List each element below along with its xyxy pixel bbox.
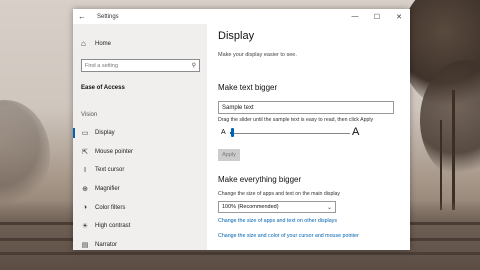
close-button[interactable]: ✕ <box>388 9 410 24</box>
home-icon: ⌂ <box>81 39 86 48</box>
minimize-button[interactable]: — <box>344 9 366 24</box>
chevron-down-icon: ⌄ <box>326 204 332 211</box>
cursor-pointer-link[interactable]: Change the size and color of your cursor… <box>218 233 359 239</box>
main-content: Display Make your display easier to see.… <box>207 24 410 250</box>
apply-button[interactable]: Apply <box>218 149 240 161</box>
slider-thumb[interactable] <box>231 128 234 137</box>
sidebar-item-label: Display <box>95 130 115 137</box>
sidebar-item-mouse-pointer[interactable]: ⇱ Mouse pointer <box>73 143 207 162</box>
slider-max-label: A <box>352 126 360 138</box>
rail-track <box>0 252 480 255</box>
sidebar: ⌂ Home Find a setting ⚲ Ease of Access V… <box>73 24 207 250</box>
group-label: Vision <box>81 112 98 118</box>
slider-hint: Drag the slider until the sample text is… <box>218 117 374 123</box>
sample-text-preview: Sample text <box>218 101 394 114</box>
scale-label: Change the size of apps and text on the … <box>218 191 340 197</box>
everything-bigger-heading: Make everything bigger <box>218 175 302 184</box>
display-icon: ▭ <box>81 130 89 138</box>
mouse-pointer-icon: ⇱ <box>82 148 88 156</box>
sidebar-item-label: Color filters <box>95 204 126 211</box>
tree-trunk <box>452 90 455 210</box>
sidebar-item-magnifier[interactable]: ⊕ Magnifier <box>73 180 207 199</box>
search-input[interactable]: Find a setting ⚲ <box>81 59 200 72</box>
other-displays-link[interactable]: Change the size of apps and text on othe… <box>218 218 337 224</box>
sidebar-item-label: Home <box>95 40 112 47</box>
settings-window: ← Settings — ☐ ✕ ⌂ Home Find a setting ⚲… <box>73 9 410 250</box>
tree-trunk <box>440 120 442 210</box>
maximize-button[interactable]: ☐ <box>366 9 388 24</box>
sidebar-item-label: High contrast <box>95 223 131 230</box>
sidebar-item-color-filters[interactable]: ◑ Color filters <box>73 198 207 217</box>
scale-dropdown[interactable]: 100% (Recommended) ⌄ <box>218 201 336 213</box>
back-arrow-icon[interactable]: ← <box>73 9 91 24</box>
magnifier-icon: ⊕ <box>82 186 88 194</box>
sidebar-item-display[interactable]: ▭ Display <box>73 124 207 143</box>
section-title: Ease of Access <box>81 85 125 91</box>
page-subtitle: Make your display easier to see. <box>218 52 297 58</box>
title-bar: ← Settings — ☐ ✕ <box>73 9 410 24</box>
slider-min-label: A <box>221 129 226 136</box>
tree-foliage <box>0 100 50 210</box>
sidebar-nav: ▭ Display ⇱ Mouse pointer Ⅰ Text cursor … <box>73 124 207 250</box>
narrator-icon: ▤ <box>81 241 89 249</box>
text-size-slider[interactable]: A A <box>218 126 363 139</box>
sidebar-item-home[interactable]: ⌂ Home <box>81 39 111 48</box>
sidebar-item-high-contrast[interactable]: ☀ High contrast <box>73 217 207 236</box>
search-placeholder: Find a setting <box>85 62 119 69</box>
sidebar-item-text-cursor[interactable]: Ⅰ Text cursor <box>73 161 207 180</box>
window-title: Settings <box>97 13 119 20</box>
text-bigger-heading: Make text bigger <box>218 83 278 92</box>
text-cursor-icon: Ⅰ <box>83 167 87 175</box>
slider-track[interactable] <box>230 133 350 134</box>
page-title: Display <box>218 30 255 42</box>
color-filters-icon: ◑ <box>82 204 88 212</box>
sidebar-item-narrator[interactable]: ▤ Narrator <box>73 236 207 250</box>
window-controls: — ☐ ✕ <box>344 9 410 24</box>
search-icon: ⚲ <box>191 63 196 69</box>
sidebar-item-label: Magnifier <box>95 186 120 193</box>
sidebar-item-label: Narrator <box>95 241 118 248</box>
sidebar-item-label: Mouse pointer <box>95 148 134 155</box>
sidebar-item-label: Text cursor <box>95 167 125 174</box>
high-contrast-icon: ☀ <box>81 223 89 231</box>
scale-dropdown-value: 100% (Recommended) <box>222 204 279 210</box>
